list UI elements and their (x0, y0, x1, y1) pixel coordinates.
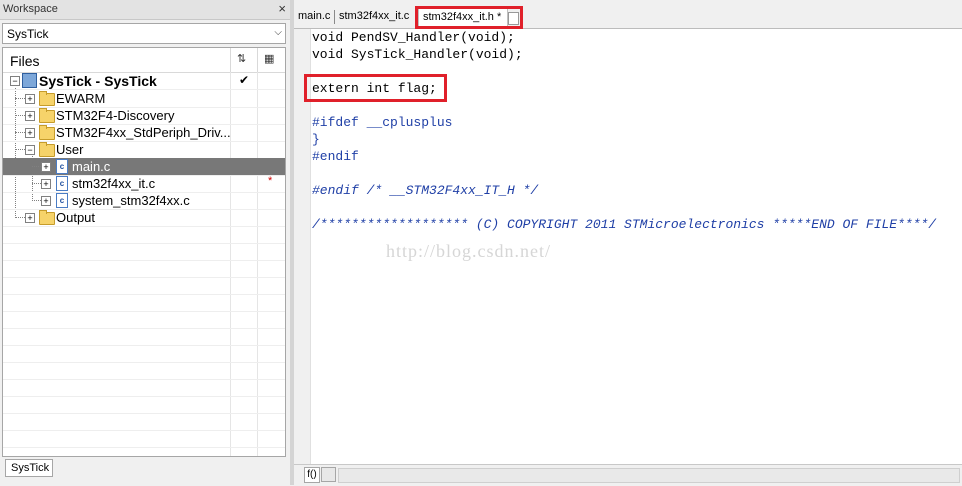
files-column-label: Files (10, 53, 40, 69)
folder-open-icon (39, 142, 55, 157)
code-line: #endif (312, 149, 359, 164)
file-label: main.c (72, 159, 111, 174)
folder-icon (39, 91, 55, 106)
configuration-select[interactable]: SysTick ⌵ (2, 23, 286, 44)
sync-column-header[interactable]: ⇅ (230, 48, 257, 72)
tree-row-project[interactable]: − SysTick - SysTick ✔ (3, 72, 285, 89)
expand-icon[interactable]: + (41, 196, 51, 206)
tab-main-c[interactable]: main.c (294, 8, 334, 26)
configuration-value: SysTick (7, 27, 49, 41)
tree-row-main-c[interactable]: + c main.c (3, 158, 285, 175)
row-divider (3, 277, 285, 278)
workspace-title: Workspace (3, 3, 58, 15)
code-editor[interactable]: void PendSV_Handler(void); void SysTick_… (294, 29, 962, 464)
expand-icon[interactable]: + (25, 94, 35, 104)
folder-label: EWARM (56, 91, 106, 106)
row-divider (3, 379, 285, 380)
expand-icon[interactable]: + (25, 213, 35, 223)
editor-tab-bar: main.c stm32f4xx_it.c stm32f4xx_it.h * (294, 0, 962, 29)
code-line: /******************* (C) COPYRIGHT 2011 … (312, 217, 937, 232)
expand-icon[interactable]: + (41, 179, 51, 189)
folder-label: STM32F4xx_StdPeriph_Driv... (56, 125, 231, 140)
tree-guide-line (15, 217, 25, 218)
tree-guide-line (32, 200, 41, 201)
project-label: SysTick - SysTick (39, 73, 157, 89)
tree-row-stm32f4xx-it[interactable]: + c stm32f4xx_it.c * (3, 175, 285, 192)
sync-icon: ⇅ (237, 53, 247, 65)
workspace-bottom-tab[interactable]: SysTick (5, 459, 53, 477)
tree-row-stdperiph[interactable]: + STM32F4xx_StdPeriph_Driv... (3, 124, 285, 141)
row-divider (3, 362, 285, 363)
folder-label: User (56, 142, 84, 157)
c-file-icon: c (56, 176, 68, 191)
editor-bottom-bar: f() (294, 464, 962, 486)
folder-icon (39, 125, 55, 140)
code-line: void SysTick_Handler(void); (312, 47, 523, 62)
tree-guide-line (15, 132, 25, 133)
tree-row-output[interactable]: + Output (3, 209, 285, 226)
row-divider (3, 430, 285, 431)
row-divider (3, 396, 285, 397)
row-divider (3, 260, 285, 261)
row-divider (3, 328, 285, 329)
tab-stm32f4xx-it-c[interactable]: stm32f4xx_it.c (335, 8, 415, 26)
tree-guide-line (15, 115, 25, 116)
collapse-icon[interactable]: − (10, 76, 20, 86)
highlight-box-tab (415, 6, 523, 29)
code-line: void PendSV_Handler(void); (312, 30, 515, 45)
folder-label: Output (56, 210, 96, 225)
chevron-down-icon[interactable]: ⌵ (274, 27, 282, 38)
options-icon: ▦ (264, 53, 275, 65)
workspace-pane: Workspace × SysTick ⌵ Files ⇅ ▦ − SysTic… (0, 0, 290, 485)
c-file-icon: c (56, 193, 68, 208)
row-divider (3, 447, 285, 448)
watermark: http://blog.csdn.net/ (386, 241, 551, 261)
code-line: #ifdef __cplusplus (312, 115, 453, 130)
folder-icon (39, 108, 55, 123)
expand-icon[interactable]: + (25, 111, 35, 121)
c-file-icon: c (56, 159, 68, 174)
tab-label: main.c (298, 10, 331, 22)
collapse-icon[interactable]: − (25, 145, 35, 155)
toggle-button[interactable] (321, 467, 336, 482)
files-header: Files ⇅ ▦ (3, 48, 285, 73)
checkmark-icon: ✔ (239, 73, 250, 87)
project-icon (22, 73, 37, 88)
workspace-bottom-tab-label: SysTick (11, 462, 50, 474)
tree-row-system-stm32f4xx[interactable]: + c system_stm32f4xx.c (3, 192, 285, 209)
tree-guide-line (32, 183, 41, 184)
files-tree-panel: Files ⇅ ▦ − SysTick - SysTick ✔ + EWARM (2, 47, 286, 457)
expand-icon[interactable]: + (25, 128, 35, 138)
tree-row-discovery[interactable]: + STM32F4-Discovery (3, 107, 285, 124)
folder-label: STM32F4-Discovery (56, 108, 175, 123)
row-divider (3, 243, 285, 244)
file-label: stm32f4xx_it.c (72, 176, 156, 191)
code-line: } (312, 132, 320, 147)
expand-icon[interactable]: + (41, 162, 51, 172)
code-line: #endif /* __STM32F4xx_IT_H */ (312, 183, 539, 198)
row-divider (3, 311, 285, 312)
row-divider (3, 294, 285, 295)
row-divider (3, 226, 285, 227)
workspace-title-bar: Workspace × (0, 0, 290, 20)
row-divider (3, 345, 285, 346)
function-navigator-button[interactable]: f() (304, 467, 320, 483)
tree-guide-line (15, 149, 25, 150)
options-column-header[interactable]: ▦ (257, 48, 284, 72)
tab-label: stm32f4xx_it.c (339, 10, 410, 22)
folder-icon (39, 210, 55, 225)
file-label: system_stm32f4xx.c (72, 193, 190, 208)
row-divider (3, 413, 285, 414)
modified-indicator-icon: * (268, 175, 273, 187)
editor-pane: main.c stm32f4xx_it.c stm32f4xx_it.h * v… (294, 0, 962, 486)
tree-guide-line (32, 166, 41, 167)
tree-row-user[interactable]: − User (3, 141, 285, 158)
horizontal-scrollbar[interactable] (338, 468, 960, 483)
highlight-box-code (304, 74, 447, 102)
tree-row-ewarm[interactable]: + EWARM (3, 90, 285, 107)
close-icon[interactable]: × (278, 1, 286, 16)
tree-guide-line (15, 98, 25, 99)
